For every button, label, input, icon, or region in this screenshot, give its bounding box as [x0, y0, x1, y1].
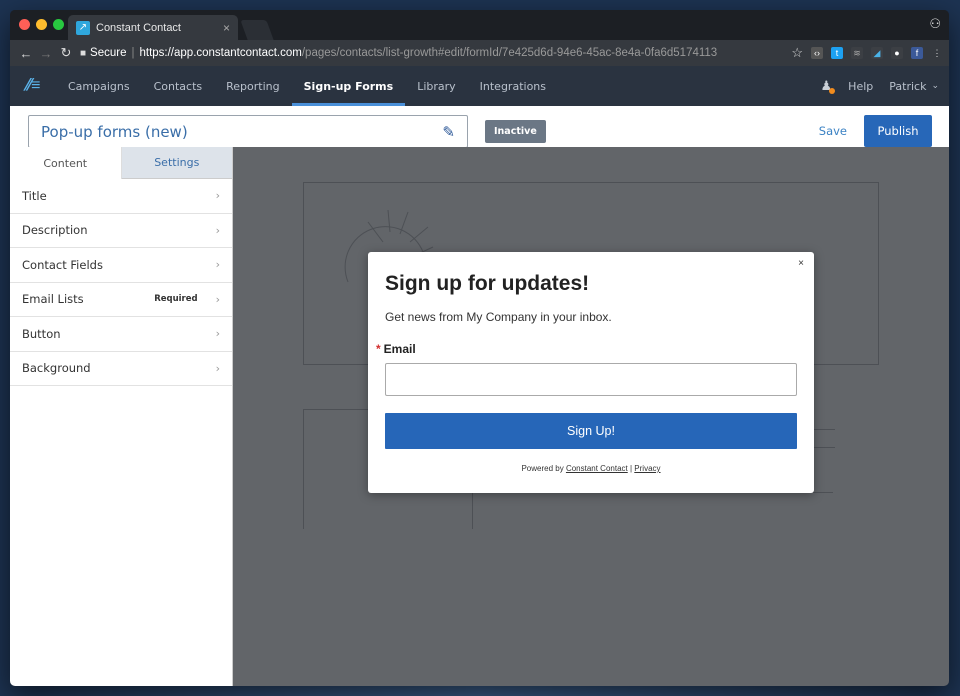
- window-controls: [19, 19, 64, 30]
- popup-description: Get news from My Company in your inbox.: [385, 310, 612, 324]
- footer-prefix: Powered by: [521, 464, 564, 473]
- nav-campaigns[interactable]: Campaigns: [56, 66, 142, 106]
- reload-icon[interactable]: ↻: [56, 45, 76, 61]
- new-tab-button[interactable]: [240, 20, 274, 40]
- nav-signup-forms[interactable]: Sign-up Forms: [291, 66, 406, 106]
- cloud-extension-icon[interactable]: ●: [891, 47, 903, 59]
- chevron-right-icon: ›: [215, 292, 220, 306]
- notification-bell-icon[interactable]: ♟: [821, 78, 836, 94]
- editor-sidebar: Content Settings Title › Description › C…: [10, 147, 233, 686]
- nav-help[interactable]: Help: [848, 66, 873, 106]
- email-field[interactable]: [385, 363, 797, 396]
- url-host: https://app.constantcontact.com: [139, 47, 302, 59]
- chevron-right-icon: ›: [215, 258, 220, 272]
- bookmark-star-icon[interactable]: ☆: [791, 45, 803, 61]
- close-window-button[interactable]: [19, 19, 30, 30]
- sidebar-item-label: Title: [22, 188, 47, 203]
- code-extension-icon[interactable]: ‹›: [811, 47, 823, 59]
- chevron-right-icon: ›: [215, 223, 220, 237]
- tab-bar: ↗ Constant Contact × ⚇: [10, 10, 949, 40]
- chrome-menu-icon[interactable]: ⋮: [931, 47, 943, 59]
- facebook-extension-icon[interactable]: f: [911, 47, 923, 59]
- form-title-field[interactable]: Pop-up forms (new) ✎: [28, 115, 468, 148]
- status-badge: Inactive: [485, 120, 546, 143]
- secure-label: Secure: [90, 47, 127, 59]
- nav-contacts[interactable]: Contacts: [142, 66, 215, 106]
- close-icon[interactable]: ×: [798, 258, 804, 269]
- user-name: Patrick: [889, 79, 927, 93]
- pencil-edit-icon[interactable]: ✎: [442, 123, 455, 141]
- save-button[interactable]: Save: [819, 124, 847, 138]
- constant-contact-favicon-icon: ↗: [76, 20, 90, 35]
- boat-extension-icon[interactable]: ◢: [871, 47, 883, 59]
- email-label-text: Email: [383, 342, 416, 356]
- maximize-window-button[interactable]: [53, 19, 64, 30]
- tab-content[interactable]: Content: [10, 147, 122, 179]
- url-path: /pages/contacts/list-growth#edit/formId/…: [301, 47, 718, 59]
- sidebar-item-description[interactable]: Description ›: [10, 214, 232, 248]
- browser-tab[interactable]: ↗ Constant Contact ×: [68, 15, 238, 40]
- email-label: * Email: [376, 342, 416, 356]
- notification-dot: [829, 88, 836, 94]
- minimize-window-button[interactable]: [36, 19, 47, 30]
- publish-button[interactable]: Publish: [864, 115, 932, 147]
- address-bar: ← → ↻ ■ Secure | https://app.constantcon…: [10, 40, 949, 66]
- url-separator: |: [131, 47, 135, 59]
- twitter-extension-icon[interactable]: t: [831, 47, 843, 59]
- form-title-text: Pop-up forms (new): [41, 122, 188, 141]
- back-arrow-icon[interactable]: ←: [16, 46, 36, 61]
- extension-icons: ☆ ‹› t ≋ ◢ ● f ⋮: [791, 45, 943, 61]
- user-menu[interactable]: Patrick ⌄: [889, 66, 939, 106]
- sidebar-item-button[interactable]: Button ›: [10, 317, 232, 352]
- sidebar-item-label: Button: [22, 326, 61, 341]
- sidebar-item-label: Contact Fields: [22, 257, 103, 272]
- sidebar-item-email-lists[interactable]: Email Lists Required ›: [10, 283, 232, 317]
- constant-contact-link[interactable]: Constant Contact: [566, 464, 628, 473]
- url-field[interactable]: ■ Secure | https://app.constantcontact.c…: [80, 43, 783, 63]
- chevron-down-icon: ⌄: [931, 81, 939, 91]
- chevron-right-icon: ›: [215, 327, 220, 341]
- privacy-link[interactable]: Privacy: [634, 464, 660, 473]
- sidebar-item-label: Description: [22, 223, 88, 238]
- tab-title: Constant Contact: [96, 21, 181, 34]
- popup-footer: Powered by Constant Contact | Privacy: [368, 464, 814, 473]
- required-marker: *: [376, 342, 381, 356]
- nav-library[interactable]: Library: [405, 66, 467, 106]
- constant-contact-logo-icon[interactable]: ⫽≡: [10, 77, 56, 95]
- signup-popup-preview: × Sign up for updates! Get news from My …: [368, 252, 814, 493]
- sidebar-tabs: Content Settings: [10, 147, 232, 179]
- sidebar-item-contact-fields[interactable]: Contact Fields ›: [10, 248, 232, 283]
- incognito-icon: ⚇: [929, 16, 941, 31]
- lock-icon: ■: [80, 47, 87, 59]
- tab-settings[interactable]: Settings: [121, 147, 232, 179]
- sidebar-item-title[interactable]: Title ›: [10, 179, 232, 214]
- nav-integrations[interactable]: Integrations: [468, 66, 558, 106]
- required-badge: Required: [154, 294, 198, 305]
- forward-arrow-icon[interactable]: →: [36, 46, 56, 61]
- chevron-right-icon: ›: [215, 189, 220, 203]
- footer-separator: |: [629, 464, 633, 473]
- buffer-extension-icon[interactable]: ≋: [851, 47, 863, 59]
- chevron-right-icon: ›: [215, 361, 220, 375]
- signup-button[interactable]: Sign Up!: [385, 413, 797, 449]
- nav-reporting[interactable]: Reporting: [214, 66, 291, 106]
- sidebar-item-label: Email Lists: [22, 292, 84, 307]
- popup-title: Sign up for updates!: [385, 272, 590, 295]
- sidebar-item-background[interactable]: Background ›: [10, 352, 232, 386]
- app-navigation: ⫽≡ Campaigns Contacts Reporting Sign-up …: [10, 66, 949, 106]
- sidebar-item-label: Background: [22, 361, 91, 376]
- nav-right-group: ♟ Help Patrick ⌄: [821, 66, 939, 106]
- tab-close-icon[interactable]: ×: [223, 21, 230, 35]
